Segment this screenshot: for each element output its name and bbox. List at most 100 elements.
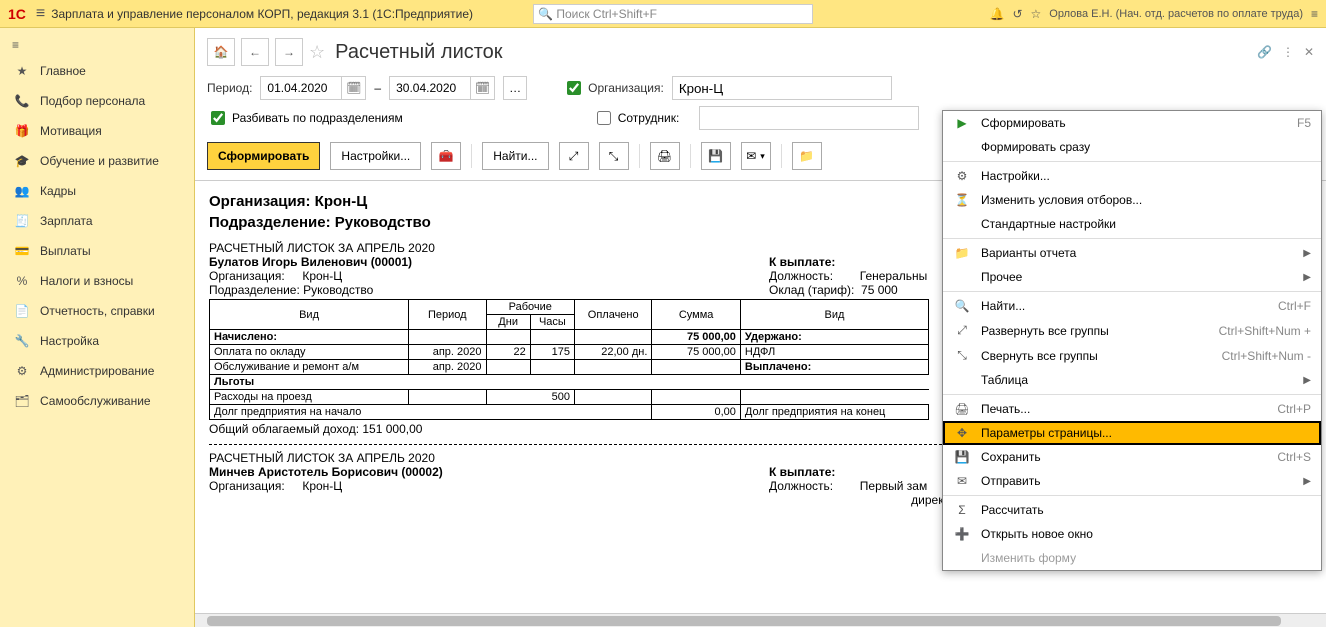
sidebar-item[interactable]: ★Главное: [0, 56, 194, 86]
options-button[interactable]: 🧰: [431, 142, 461, 170]
bell-icon[interactable]: 🔔: [990, 7, 1005, 21]
sidebar-item[interactable]: 🗂Самообслуживание: [0, 386, 194, 416]
horizontal-scrollbar[interactable]: [195, 613, 1326, 627]
employee-checkbox[interactable]: Сотрудник:: [593, 108, 680, 128]
calendar-icon[interactable]: 🗓: [470, 77, 494, 99]
menu-item[interactable]: ⚙ Настройки...: [943, 164, 1321, 188]
menu-item[interactable]: 📁 Варианты отчета ▶: [943, 241, 1321, 265]
expand-button[interactable]: ⤢: [559, 142, 589, 170]
favorite-icon[interactable]: ☆: [309, 42, 325, 63]
period-label: Период:: [207, 81, 252, 95]
scrollbar-thumb[interactable]: [207, 616, 1281, 626]
sidebar-icon: 📄: [14, 304, 30, 318]
org-checkbox-input[interactable]: [567, 81, 581, 95]
date-from-input[interactable]: [261, 77, 341, 99]
sidebar-item[interactable]: ⚙Администрирование: [0, 356, 194, 386]
calendar-icon[interactable]: 🗓: [341, 77, 365, 99]
menu-hotkey: F5: [1297, 116, 1311, 130]
period-picker-button[interactable]: …: [503, 76, 527, 100]
menu-item[interactable]: ✉ Отправить ▶: [943, 469, 1321, 493]
menu-item[interactable]: ➕ Открыть новое окно: [943, 522, 1321, 546]
menu-item[interactable]: ⤡ Свернуть все группы Ctrl+Shift+Num -: [943, 343, 1321, 368]
org-input[interactable]: [672, 76, 892, 100]
sidebar-label: Главное: [40, 64, 86, 78]
employee-input[interactable]: [699, 106, 919, 130]
menu-item-icon: ⚙: [953, 169, 971, 183]
variants-button[interactable]: 📁: [792, 142, 822, 170]
submenu-arrow-icon: ▶: [1303, 476, 1311, 487]
sidebar-icon: 👥: [14, 184, 30, 198]
link-icon[interactable]: 🔗: [1257, 45, 1272, 59]
sidebar-item[interactable]: %Налоги и взносы: [0, 266, 194, 296]
forward-button[interactable]: →: [275, 38, 303, 66]
user-label[interactable]: Орлова Е.Н. (Нач. отд. расчетов по оплат…: [1049, 8, 1303, 20]
sidebar-label: Налоги и взносы: [40, 274, 133, 288]
date-to[interactable]: 🗓: [389, 76, 495, 100]
menu-item[interactable]: ⏳ Изменить условия отборов...: [943, 188, 1321, 212]
menu-item[interactable]: Σ Рассчитать: [943, 498, 1321, 522]
employee-1: Булатов Игорь Виленович (00001): [209, 255, 749, 269]
panel-icon[interactable]: ≡: [1311, 7, 1318, 21]
menu-item-label: Изменить условия отборов...: [981, 193, 1311, 207]
print-button[interactable]: 🖨: [650, 142, 680, 170]
menu-item-label: Рассчитать: [981, 503, 1311, 517]
menu-item[interactable]: Таблица ▶: [943, 368, 1321, 392]
menu-item-label: Изменить форму: [981, 551, 1311, 565]
menu-item[interactable]: Прочее ▶: [943, 265, 1321, 289]
sidebar-item[interactable]: 🎓Обучение и развитие: [0, 146, 194, 176]
menu-separator: [943, 495, 1321, 496]
menu-separator: [943, 394, 1321, 395]
menu-item[interactable]: 🖨 Печать... Ctrl+P: [943, 397, 1321, 421]
org-label: Организация:: [588, 81, 664, 95]
menu-item-icon: ✉: [953, 474, 971, 488]
menu-item[interactable]: 🔍 Найти... Ctrl+F: [943, 294, 1321, 318]
employee-checkbox-input[interactable]: [597, 111, 611, 125]
menu-item[interactable]: ⤢ Развернуть все группы Ctrl+Shift+Num +: [943, 318, 1321, 343]
find-button[interactable]: Найти...: [482, 142, 548, 170]
sidebar-item[interactable]: 👥Кадры: [0, 176, 194, 206]
menu-item-label: Параметры страницы...: [981, 426, 1311, 440]
sidebar-toggle[interactable]: ≡: [0, 34, 194, 56]
home-button[interactable]: 🏠: [207, 38, 235, 66]
sidebar-icon: 🗂: [14, 394, 30, 408]
close-icon[interactable]: ✕: [1304, 45, 1314, 59]
sidebar-item[interactable]: 🔧Настройка: [0, 326, 194, 356]
menu-hotkey: Ctrl+F: [1278, 299, 1311, 313]
menu-item-label: Сформировать: [981, 116, 1287, 130]
org-checkbox[interactable]: Организация:: [563, 78, 664, 98]
page-header: 🏠 ← → ☆ Расчетный листок 🔗 ⋮ ✕: [195, 28, 1326, 72]
history-icon[interactable]: ↺: [1012, 7, 1022, 21]
submenu-arrow-icon: ▶: [1303, 375, 1311, 386]
menu-item-label: Открыть новое окно: [981, 527, 1311, 541]
sidebar-item[interactable]: 💳Выплаты: [0, 236, 194, 266]
collapse-button[interactable]: ⤡: [599, 142, 629, 170]
star-icon[interactable]: ☆: [1031, 7, 1042, 21]
back-button[interactable]: ←: [241, 38, 269, 66]
send-button[interactable]: ✉▾: [741, 142, 771, 170]
menu-item[interactable]: ▶ Сформировать F5: [943, 111, 1321, 135]
menu-item[interactable]: Изменить форму: [943, 546, 1321, 570]
generate-button[interactable]: Сформировать: [207, 142, 320, 170]
split-checkbox-input[interactable]: [211, 111, 225, 125]
menu-item[interactable]: ✥ Параметры страницы...: [943, 421, 1321, 445]
page-title: Расчетный листок: [335, 41, 502, 64]
sidebar-item[interactable]: 📞Подбор персонала: [0, 86, 194, 116]
menu-item[interactable]: 💾 Сохранить Ctrl+S: [943, 445, 1321, 469]
split-checkbox[interactable]: Разбивать по подразделениям: [207, 108, 403, 128]
sidebar-icon: ⚙: [14, 364, 30, 378]
more-icon[interactable]: ⋮: [1282, 45, 1294, 59]
menu-item[interactable]: Формировать сразу: [943, 135, 1321, 159]
main-menu-icon[interactable]: ≡: [36, 5, 45, 23]
date-from[interactable]: 🗓: [260, 76, 366, 100]
sidebar-icon: 🎁: [14, 124, 30, 138]
menu-item[interactable]: Стандартные настройки: [943, 212, 1321, 236]
settings-button[interactable]: Настройки...: [330, 142, 421, 170]
sidebar-label: Обучение и развитие: [40, 154, 159, 168]
sidebar-item[interactable]: 🧾Зарплата: [0, 206, 194, 236]
save-button[interactable]: 💾: [701, 142, 731, 170]
date-to-input[interactable]: [390, 77, 470, 99]
menu-item-label: Печать...: [981, 402, 1267, 416]
sidebar-item[interactable]: 🎁Мотивация: [0, 116, 194, 146]
sidebar-item[interactable]: 📄Отчетность, справки: [0, 296, 194, 326]
global-search[interactable]: 🔍 Поиск Ctrl+Shift+F: [533, 4, 813, 24]
